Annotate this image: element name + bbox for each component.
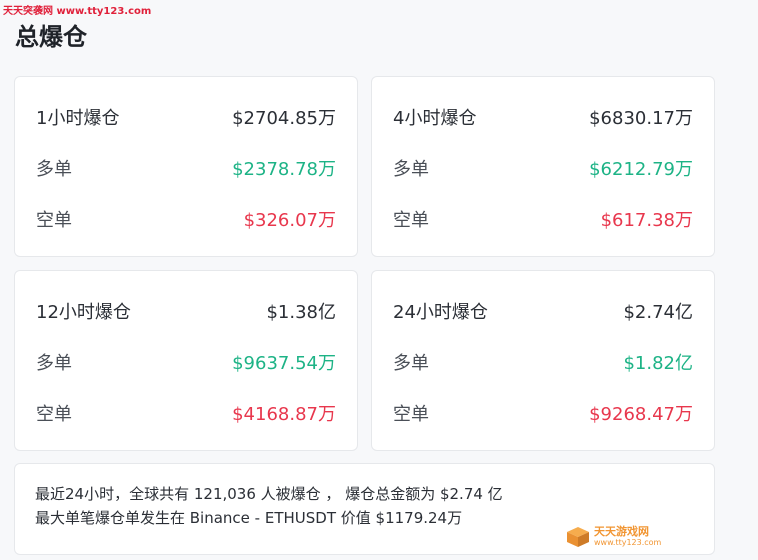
total-value: $2.74亿 (623, 302, 693, 323)
long-row: 多单 $2378.78万 (36, 155, 336, 185)
short-value: $9268.47万 (589, 404, 693, 425)
long-row: 多单 $1.82亿 (393, 349, 693, 379)
long-value: $1.82亿 (623, 353, 693, 374)
liquidation-card-4h: 4小时爆仓 $6830.17万 多单 $6212.79万 空单 $617.38万 (371, 76, 715, 257)
short-row: 空单 $4168.87万 (36, 400, 336, 430)
total-value: $2704.85万 (232, 108, 336, 129)
long-row: 多单 $6212.79万 (393, 155, 693, 185)
liquidation-card-12h: 12小时爆仓 $1.38亿 多单 $9637.54万 空单 $4168.87万 (14, 270, 358, 451)
long-row: 多单 $9637.54万 (36, 349, 336, 379)
long-value: $9637.54万 (232, 353, 336, 374)
long-value: $6212.79万 (589, 159, 693, 180)
liquidation-card-1h: 1小时爆仓 $2704.85万 多单 $2378.78万 空单 $326.07万 (14, 76, 358, 257)
liquidation-card-24h: 24小时爆仓 $2.74亿 多单 $1.82亿 空单 $9268.47万 (371, 270, 715, 451)
long-label: 多单 (393, 159, 429, 180)
short-label: 空单 (393, 210, 429, 231)
short-label: 空单 (393, 404, 429, 425)
short-row: 空单 $617.38万 (393, 206, 693, 236)
total-label: 4小时爆仓 (393, 108, 477, 129)
summary-line-total: 最近24小时，全球共有 121,036 人被爆仓 ， 爆仓总金额为 $2.74 … (35, 485, 503, 503)
total-label: 24小时爆仓 (393, 302, 488, 323)
long-label: 多单 (36, 353, 72, 374)
long-label: 多单 (393, 353, 429, 374)
page-title: 总爆仓 (15, 23, 87, 51)
short-value: $4168.87万 (232, 404, 336, 425)
cube-logo-icon (567, 527, 589, 547)
total-row: 1小时爆仓 $2704.85万 (36, 104, 336, 134)
total-value: $1.38亿 (266, 302, 336, 323)
long-value: $2378.78万 (232, 159, 336, 180)
total-row: 12小时爆仓 $1.38亿 (36, 298, 336, 328)
total-row: 24小时爆仓 $2.74亿 (393, 298, 693, 328)
watermark-site-name: 天天游戏网 (594, 525, 649, 538)
total-value: $6830.17万 (589, 108, 693, 129)
total-label: 1小时爆仓 (36, 108, 120, 129)
short-label: 空单 (36, 404, 72, 425)
watermark-top: 天天突袭网 www.tty123.com (3, 6, 152, 17)
watermark-bottom: 天天游戏网 www.tty123.com (566, 524, 661, 550)
watermark-site-url: www.tty123.com (594, 538, 662, 547)
total-label: 12小时爆仓 (36, 302, 131, 323)
short-label: 空单 (36, 210, 72, 231)
short-value: $617.38万 (600, 210, 693, 231)
total-row: 4小时爆仓 $6830.17万 (393, 104, 693, 134)
short-row: 空单 $9268.47万 (393, 400, 693, 430)
short-value: $326.07万 (243, 210, 336, 231)
long-label: 多单 (36, 159, 72, 180)
short-row: 空单 $326.07万 (36, 206, 336, 236)
